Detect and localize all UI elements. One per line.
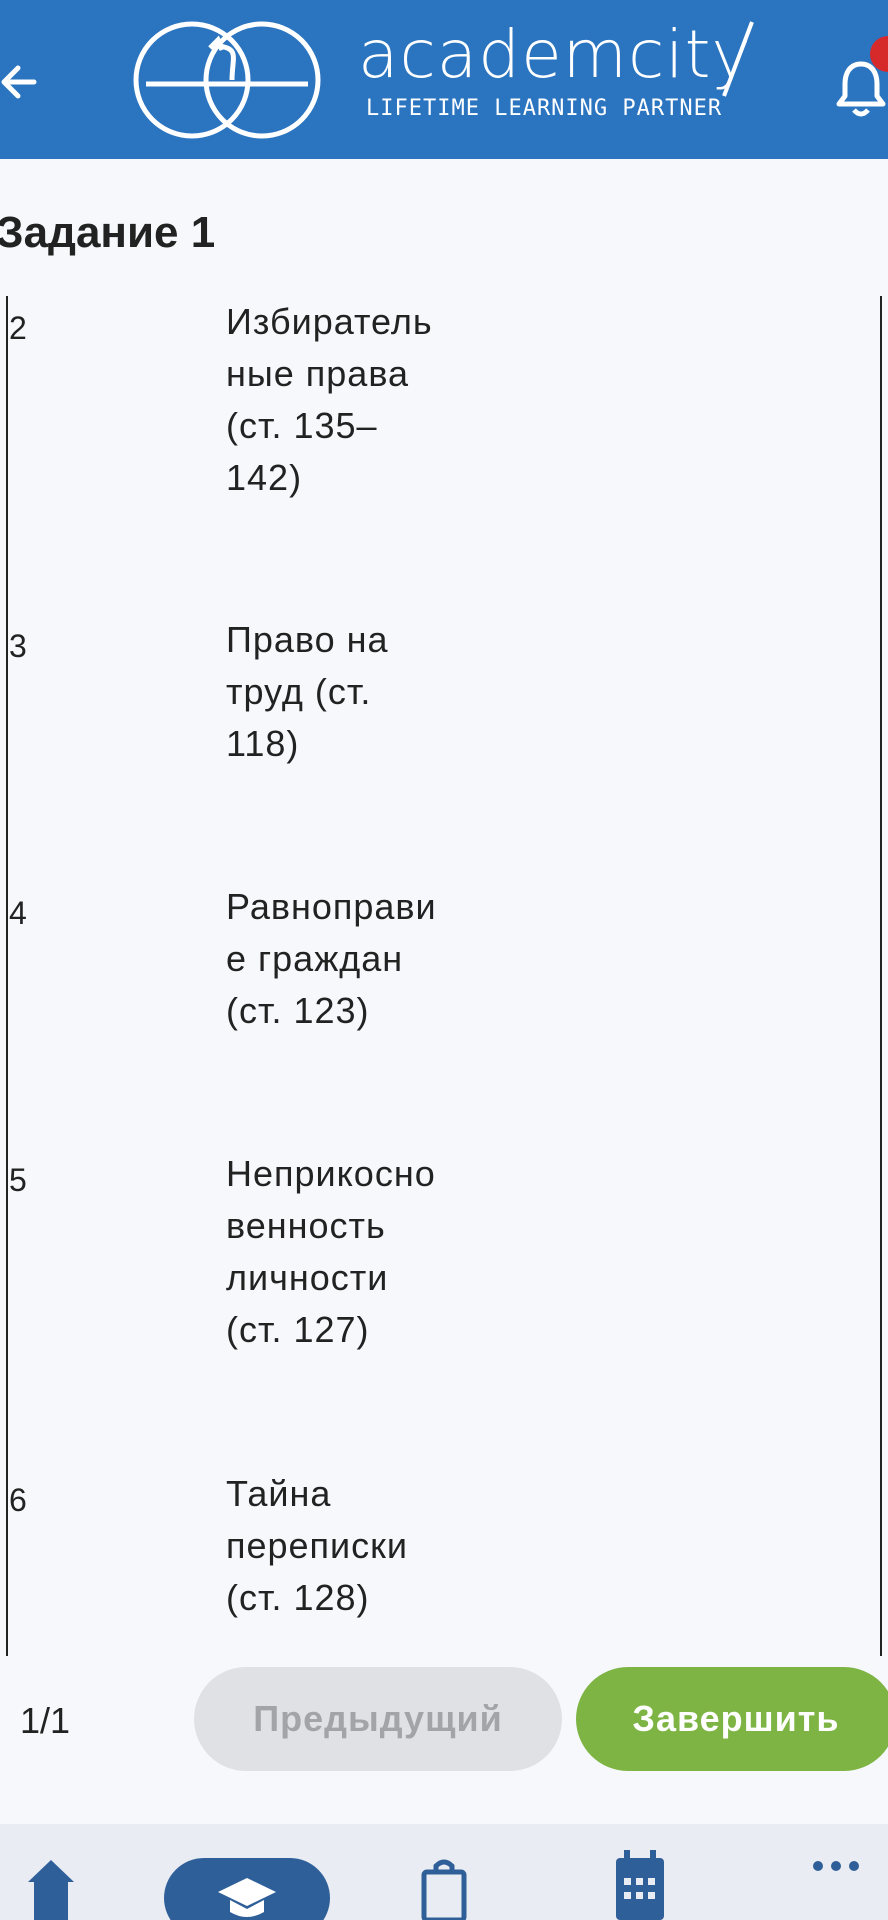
brand-tagline: LIFETIME LEARNING PARTNER xyxy=(366,96,723,121)
table-border-left xyxy=(6,296,8,1656)
graduation-cap-icon xyxy=(218,1878,276,1917)
rights-table: 2 Избиратель ные права (ст. 135– 142) 3 … xyxy=(0,296,888,1656)
row-number: 2 xyxy=(9,310,27,346)
home-icon[interactable] xyxy=(26,1858,76,1920)
app-header: academcity LIFETIME LEARNING PARTNER xyxy=(0,0,888,159)
row-text: Избиратель ные права (ст. 135– 142) xyxy=(226,301,433,498)
calendar-icon[interactable] xyxy=(614,1850,666,1920)
page-indicator: 1/1 xyxy=(20,1700,71,1741)
bottom-navigation xyxy=(0,1824,888,1920)
more-icon[interactable] xyxy=(812,1860,860,1872)
previous-button[interactable]: Предыдущий xyxy=(194,1667,562,1771)
brand-slash-mark xyxy=(722,21,754,97)
row-number: 5 xyxy=(9,1162,27,1198)
row-text: Тайна переписки (ст. 128) xyxy=(226,1473,409,1618)
nav-item-courses[interactable] xyxy=(164,1858,330,1920)
row-number: 4 xyxy=(9,895,27,931)
finish-button[interactable]: Завершить xyxy=(576,1667,888,1771)
row-text: Право на труд (ст. 118) xyxy=(226,619,389,764)
row-number: 3 xyxy=(9,628,27,664)
brand-name: academcity xyxy=(358,16,752,93)
back-arrow-icon[interactable] xyxy=(0,58,40,106)
row-number: 6 xyxy=(9,1482,27,1518)
task-title: Задание 1 xyxy=(0,208,216,257)
shopping-bag-icon[interactable] xyxy=(420,1858,468,1920)
row-text: Равноправи е граждан (ст. 123) xyxy=(226,886,437,1031)
row-text: Неприкосно венность личности (ст. 127) xyxy=(226,1153,436,1350)
table-border-right xyxy=(880,296,882,1656)
academcity-logo-icon xyxy=(133,21,321,139)
